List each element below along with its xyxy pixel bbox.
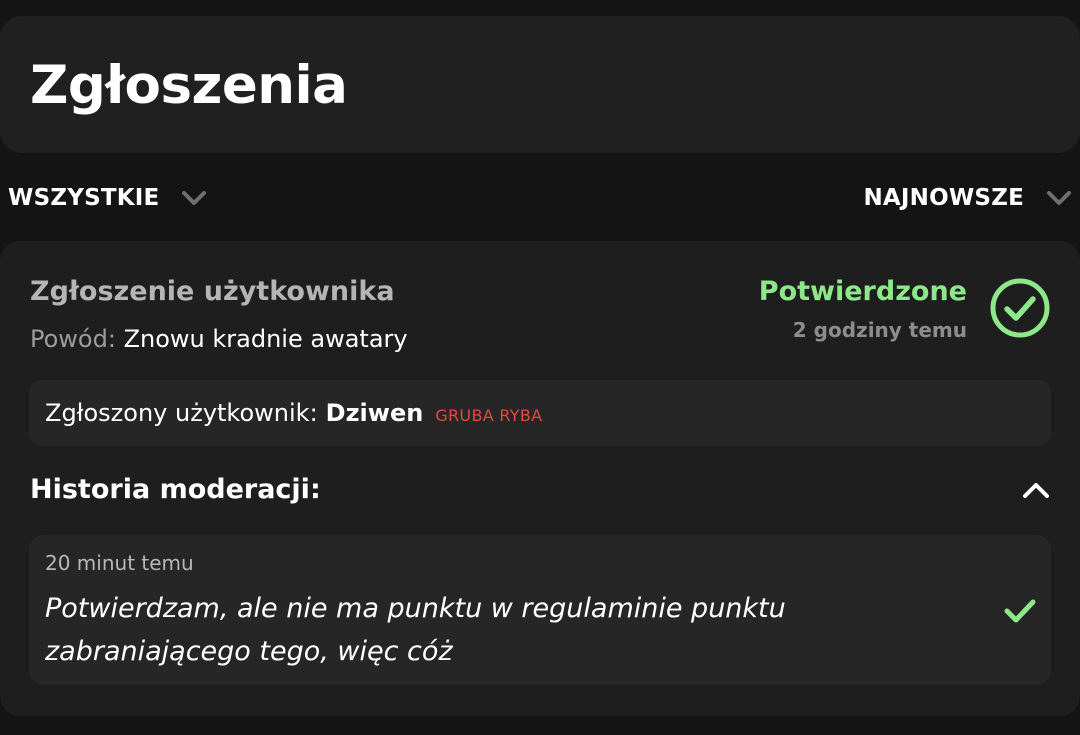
reason-text: Znowu kradnie awatary bbox=[123, 325, 408, 353]
chevron-down-icon bbox=[1047, 191, 1071, 205]
sort-dropdown[interactable]: NAJNOWSZE bbox=[863, 182, 1072, 214]
check-circle-icon bbox=[990, 278, 1050, 338]
chevron-down-icon bbox=[182, 191, 207, 205]
reported-user-label: Zgłoszony użytkownik: bbox=[45, 399, 318, 427]
reason-label: Powód: bbox=[30, 325, 116, 353]
reported-user-name[interactable]: Dziwen bbox=[326, 399, 424, 427]
report-title: Zgłoszenie użytkownika bbox=[30, 276, 395, 307]
sort-label: NAJNOWSZE bbox=[863, 185, 1024, 211]
report-reason: Powód: Znowu kradnie awatary bbox=[30, 325, 408, 353]
user-rank-badge: GRUBA RYBA bbox=[435, 406, 543, 425]
reports-page: Zgłoszenia WSZYSTKIE NAJNOWSZE Zgłoszeni… bbox=[0, 0, 1080, 735]
chevron-up-icon[interactable] bbox=[1021, 478, 1051, 502]
status-badge: Potwierdzone bbox=[758, 276, 967, 307]
page-title: Zgłoszenia bbox=[30, 55, 348, 116]
history-entry-comment: Potwierdzam, ale nie ma punktu w regulam… bbox=[45, 593, 786, 667]
history-entry-time: 20 minut temu bbox=[45, 551, 194, 575]
reported-user-row: Zgłoszony użytkownik: Dziwen GRUBA RYBA bbox=[45, 399, 542, 427]
category-filter-label: WSZYSTKIE bbox=[8, 185, 160, 211]
check-icon bbox=[1004, 599, 1036, 623]
category-filter-dropdown[interactable]: WSZYSTKIE bbox=[8, 182, 207, 214]
moderation-history-title: Historia moderacji: bbox=[30, 474, 321, 505]
status-timestamp: 2 godziny temu bbox=[792, 318, 967, 342]
